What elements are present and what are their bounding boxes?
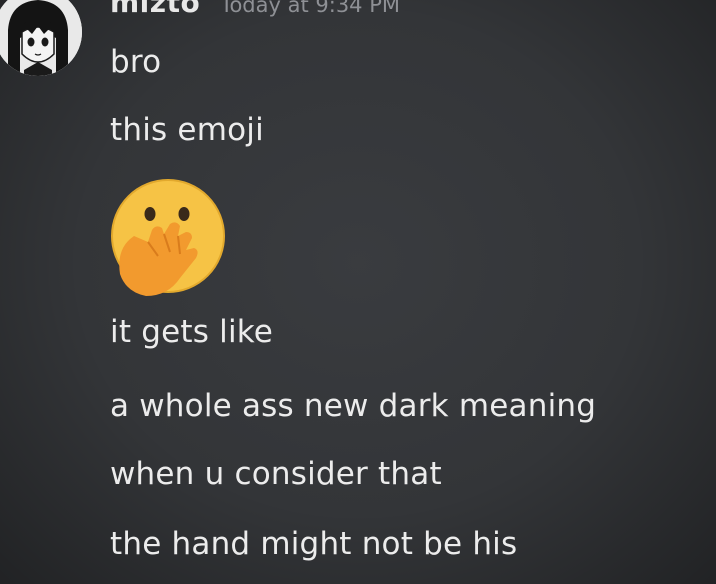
anime-girl-avatar-icon xyxy=(0,0,82,76)
message-line: a whole ass new dark meaning xyxy=(110,388,597,424)
timestamp: Today at 9:34 PM xyxy=(220,0,401,17)
emoji-graphic xyxy=(111,179,225,296)
message-header: mizto Today at 9:34 PM xyxy=(110,0,401,19)
message-line: the hand might not be his xyxy=(110,526,518,562)
chat-message: mizto Today at 9:34 PM bro this emoji it … xyxy=(0,0,716,584)
avatar[interactable] xyxy=(0,0,82,76)
message-line: when u consider that xyxy=(110,456,442,492)
username[interactable]: mizto xyxy=(110,0,200,19)
message-line: it gets like xyxy=(110,314,274,350)
message-line: bro xyxy=(110,44,162,80)
message-line: this emoji xyxy=(110,112,264,148)
face-with-hand-over-mouth-icon[interactable] xyxy=(108,178,232,302)
